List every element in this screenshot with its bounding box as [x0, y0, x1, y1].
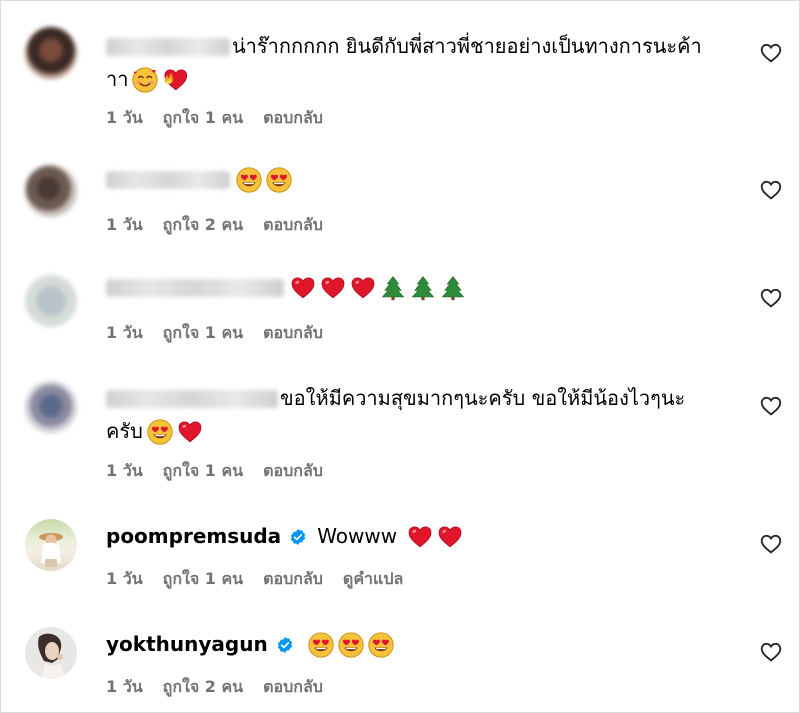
red-heart-icon [350, 275, 376, 301]
like-count[interactable]: ถูกใจ 1 คน [163, 567, 243, 592]
reply-button[interactable]: ตอบกลับ [263, 459, 323, 484]
comment-time[interactable]: 1 วัน [106, 106, 143, 131]
heart-eyes-icon [368, 632, 394, 658]
like-count[interactable]: ถูกใจ 1 คน [163, 459, 243, 484]
red-heart-icon [290, 275, 316, 301]
avatar[interactable] [25, 275, 77, 327]
like-heart-icon[interactable] [760, 396, 782, 416]
username-redacted[interactable] [106, 279, 284, 297]
avatar[interactable] [25, 381, 77, 433]
heart-eyes-icon [266, 167, 292, 193]
comment-text-continued: ครับ [106, 419, 143, 443]
heart-on-fire-icon [162, 67, 188, 93]
comment-time[interactable]: 1 วัน [106, 321, 143, 346]
like-heart-icon[interactable] [760, 288, 782, 308]
comment-text: ขอให้มีความสุขมากๆนะครับ ขอให้มีน้องไวๆน… [280, 386, 686, 410]
comment-text-continued: าา [106, 67, 129, 91]
heart-eyes-icon [236, 167, 262, 193]
like-heart-icon[interactable] [760, 180, 782, 200]
reply-button[interactable]: ตอบกลับ [263, 567, 323, 592]
heart-eyes-icon [308, 632, 334, 658]
username[interactable]: yokthunyagun [106, 628, 268, 661]
username[interactable]: poompremsuda [106, 520, 281, 553]
like-heart-icon[interactable] [760, 43, 782, 63]
like-count[interactable]: ถูกใจ 1 คน [163, 321, 243, 346]
like-count[interactable]: ถูกใจ 2 คน [163, 213, 243, 238]
verified-badge-icon [289, 528, 307, 546]
comment-time[interactable]: 1 วัน [106, 459, 143, 484]
comment-time[interactable]: 1 วัน [106, 567, 143, 592]
reply-button[interactable]: ตอบกลับ [263, 321, 323, 346]
red-heart-icon [320, 275, 346, 301]
like-count[interactable]: ถูกใจ 2 คน [163, 675, 243, 700]
smiling-face-with-hearts-icon [132, 67, 158, 93]
comment-time[interactable]: 1 วัน [106, 213, 143, 238]
heart-eyes-icon [147, 419, 173, 445]
username-redacted[interactable] [106, 37, 230, 56]
avatar[interactable] [25, 165, 77, 217]
comment-text: น่าร๊ากกกกก ยินดีกับพี่สาวพี่ชายอย่างเป็… [232, 34, 702, 58]
comment-time[interactable]: 1 วัน [106, 675, 143, 700]
like-heart-icon[interactable] [760, 534, 782, 554]
avatar[interactable] [25, 519, 77, 571]
avatar[interactable] [25, 627, 77, 679]
see-translation-button[interactable]: ดูคำแปล [343, 567, 403, 592]
avatar[interactable] [25, 27, 77, 79]
like-count[interactable]: ถูกใจ 1 คน [163, 106, 243, 131]
reply-button[interactable]: ตอบกลับ [263, 675, 323, 700]
username-redacted[interactable] [106, 171, 230, 189]
evergreen-tree-icon [380, 275, 406, 301]
evergreen-tree-icon [410, 275, 436, 301]
reply-button[interactable]: ตอบกลับ [263, 106, 323, 131]
verified-badge-icon [276, 636, 294, 654]
comment-text: Wowww [317, 524, 398, 548]
heart-eyes-icon [338, 632, 364, 658]
red-heart-icon [407, 524, 433, 550]
red-heart-icon [437, 524, 463, 550]
evergreen-tree-icon [440, 275, 466, 301]
reply-button[interactable]: ตอบกลับ [263, 213, 323, 238]
username-redacted[interactable] [106, 389, 278, 408]
red-heart-icon [177, 419, 203, 445]
like-heart-icon[interactable] [760, 642, 782, 662]
